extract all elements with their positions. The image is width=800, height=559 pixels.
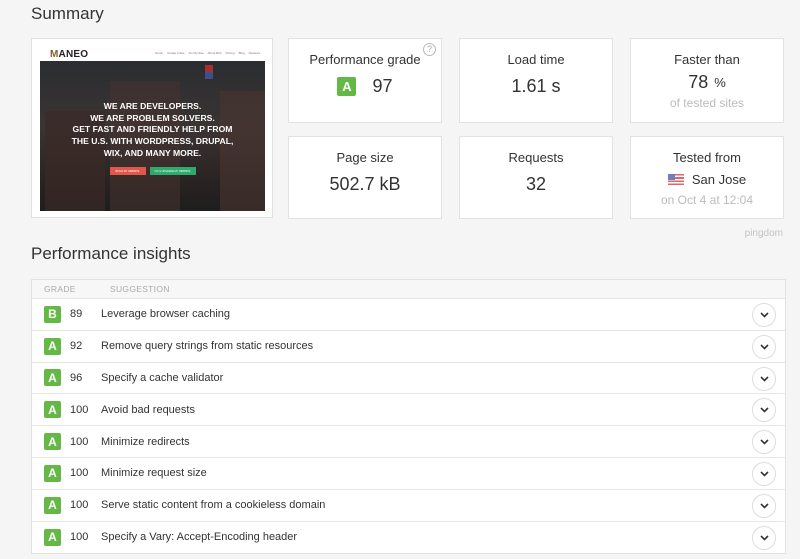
- help-icon[interactable]: ?: [423, 43, 436, 56]
- site-nav-item: Fix My Site: [188, 51, 204, 55]
- site-nav-item: Home: [155, 51, 164, 55]
- row-score: 89: [70, 308, 83, 321]
- chevron-down-icon: [759, 344, 769, 350]
- load-time-value: 1.61 s: [511, 76, 561, 96]
- hero-flag: [205, 65, 213, 79]
- row-suggestion: Serve static content from a cookieless d…: [101, 499, 326, 512]
- requests-label: Requests: [508, 150, 564, 165]
- row-suggestion: Avoid bad requests: [101, 403, 195, 416]
- grade-badge: A: [44, 528, 61, 546]
- grade-badge: A: [44, 401, 61, 419]
- faster-than-sub: of tested sites: [669, 96, 745, 110]
- chevron-down-icon: [759, 535, 769, 541]
- site-logo: MANEO: [50, 49, 89, 60]
- row-suggestion: Leverage browser caching: [101, 308, 231, 321]
- site-nav-item: Pricing: [225, 51, 235, 55]
- chevron-down-icon: [759, 312, 769, 318]
- expand-button[interactable]: [752, 430, 776, 455]
- expand-button[interactable]: [752, 334, 776, 359]
- row-score: 96: [70, 371, 83, 384]
- faster-than-card: Faster than 78% of tested sites: [630, 38, 784, 123]
- expand-button[interactable]: [752, 303, 776, 327]
- table-row[interactable]: A 96 Specify a cache validator: [32, 363, 785, 395]
- table-row[interactable]: A 100 Avoid bad requests: [32, 394, 785, 427]
- expand-button[interactable]: [752, 493, 776, 518]
- row-suggestion: Remove query strings from static resourc…: [101, 340, 314, 353]
- faster-than-label: Faster than: [674, 52, 740, 67]
- site-hero: WE ARE DEVELOPERS. WE ARE PROBLEM SOLVER…: [40, 61, 265, 211]
- performance-grade-value: 97: [372, 76, 393, 96]
- expand-button[interactable]: [752, 398, 776, 423]
- row-score: 100: [70, 403, 89, 416]
- chevron-down-icon: [759, 407, 769, 414]
- grade-badge: A: [44, 464, 61, 482]
- grade-badge: A: [337, 77, 357, 96]
- expand-button[interactable]: [752, 525, 776, 550]
- expand-button[interactable]: [752, 366, 776, 391]
- tested-from-date: on Oct 4 at 12:04: [660, 193, 754, 207]
- tested-from-location: San Jose: [691, 172, 747, 187]
- summary-title: Summary: [31, 4, 104, 23]
- hero-primary-button: BUILD MY WEBSITE: [109, 167, 146, 175]
- site-nav: Home Create a Site Fix My Site About Bob…: [155, 51, 260, 55]
- table-row[interactable]: A 100 Minimize redirects: [32, 426, 785, 458]
- row-score: 100: [70, 467, 89, 480]
- site-nav-item: About Bob: [207, 51, 222, 55]
- page-size-value: 502.7 kB: [329, 174, 401, 194]
- performance-grade-card: ? Performance grade A 97: [288, 38, 442, 123]
- row-suggestion: Specify a Vary: Accept-Encoding header: [101, 531, 298, 544]
- load-time-card: Load time 1.61 s: [459, 38, 613, 123]
- insights-title: Performance insights: [31, 244, 191, 263]
- page-size-card: Page size 502.7 kB: [288, 136, 442, 219]
- table-row[interactable]: A 100 Specify a Vary: Accept-Encoding head…: [32, 522, 785, 554]
- faster-than-unit: %: [714, 75, 726, 90]
- site-screenshot-thumbnail: MANEO Home Create a Site Fix My Site Abo…: [31, 38, 273, 218]
- chevron-down-icon: [759, 376, 769, 382]
- site-nav-item: Reviews: [248, 51, 260, 55]
- us-flag-icon: [667, 174, 684, 185]
- pingdom-brand: pingdom: [744, 228, 783, 239]
- site-header: MANEO Home Create a Site Fix My Site Abo…: [40, 47, 264, 61]
- hero-secondary-button: FIX & UPGRADE MY WEBSITE: [149, 167, 196, 175]
- grade-badge: B: [44, 305, 61, 323]
- table-row[interactable]: A 92 Remove query strings from static reso…: [32, 331, 785, 363]
- site-nav-item: Blog: [238, 51, 245, 55]
- column-suggestion: SUGGESTION: [110, 284, 170, 294]
- chevron-down-icon: [759, 503, 769, 509]
- row-score: 100: [70, 435, 89, 448]
- row-score: 100: [70, 499, 89, 512]
- table-row[interactable]: A 100 Minimize request size: [32, 458, 785, 490]
- grade-badge: A: [44, 496, 61, 514]
- requests-card: Requests 32: [459, 136, 613, 219]
- tested-from-card: Tested from San Jose on Oct 4 at 12:04: [630, 136, 784, 219]
- column-grade: GRADE: [44, 284, 76, 294]
- row-suggestion: Minimize redirects: [101, 435, 190, 448]
- table-row[interactable]: B 89 Leverage browser caching: [32, 299, 785, 331]
- expand-button[interactable]: [752, 461, 776, 486]
- requests-value: 32: [525, 174, 547, 194]
- chevron-down-icon: [759, 471, 769, 477]
- performance-grade-label: Performance grade: [309, 52, 421, 67]
- load-time-label: Load time: [507, 52, 565, 67]
- insights-table: GRADE SUGGESTION B 89 Leverage browser cac…: [31, 279, 786, 555]
- grade-badge: A: [44, 369, 61, 387]
- table-header: GRADE SUGGESTION: [32, 280, 785, 299]
- row-suggestion: Specify a cache validator: [101, 371, 224, 384]
- grade-badge: A: [44, 337, 61, 355]
- chevron-down-icon: [759, 439, 769, 445]
- tested-from-label: Tested from: [673, 150, 741, 165]
- site-nav-item: Create a Site: [167, 51, 185, 55]
- row-suggestion: Minimize request size: [101, 467, 207, 480]
- row-score: 92: [70, 340, 83, 353]
- page-size-label: Page size: [336, 150, 394, 165]
- grade-badge: A: [44, 433, 61, 451]
- row-score: 100: [70, 531, 89, 544]
- hero-headline: WE ARE DEVELOPERS. WE ARE PROBLEM SOLVER…: [71, 101, 234, 158]
- table-row[interactable]: A 100 Serve static content from a cookiele…: [32, 490, 785, 522]
- faster-than-value: 78: [688, 72, 709, 92]
